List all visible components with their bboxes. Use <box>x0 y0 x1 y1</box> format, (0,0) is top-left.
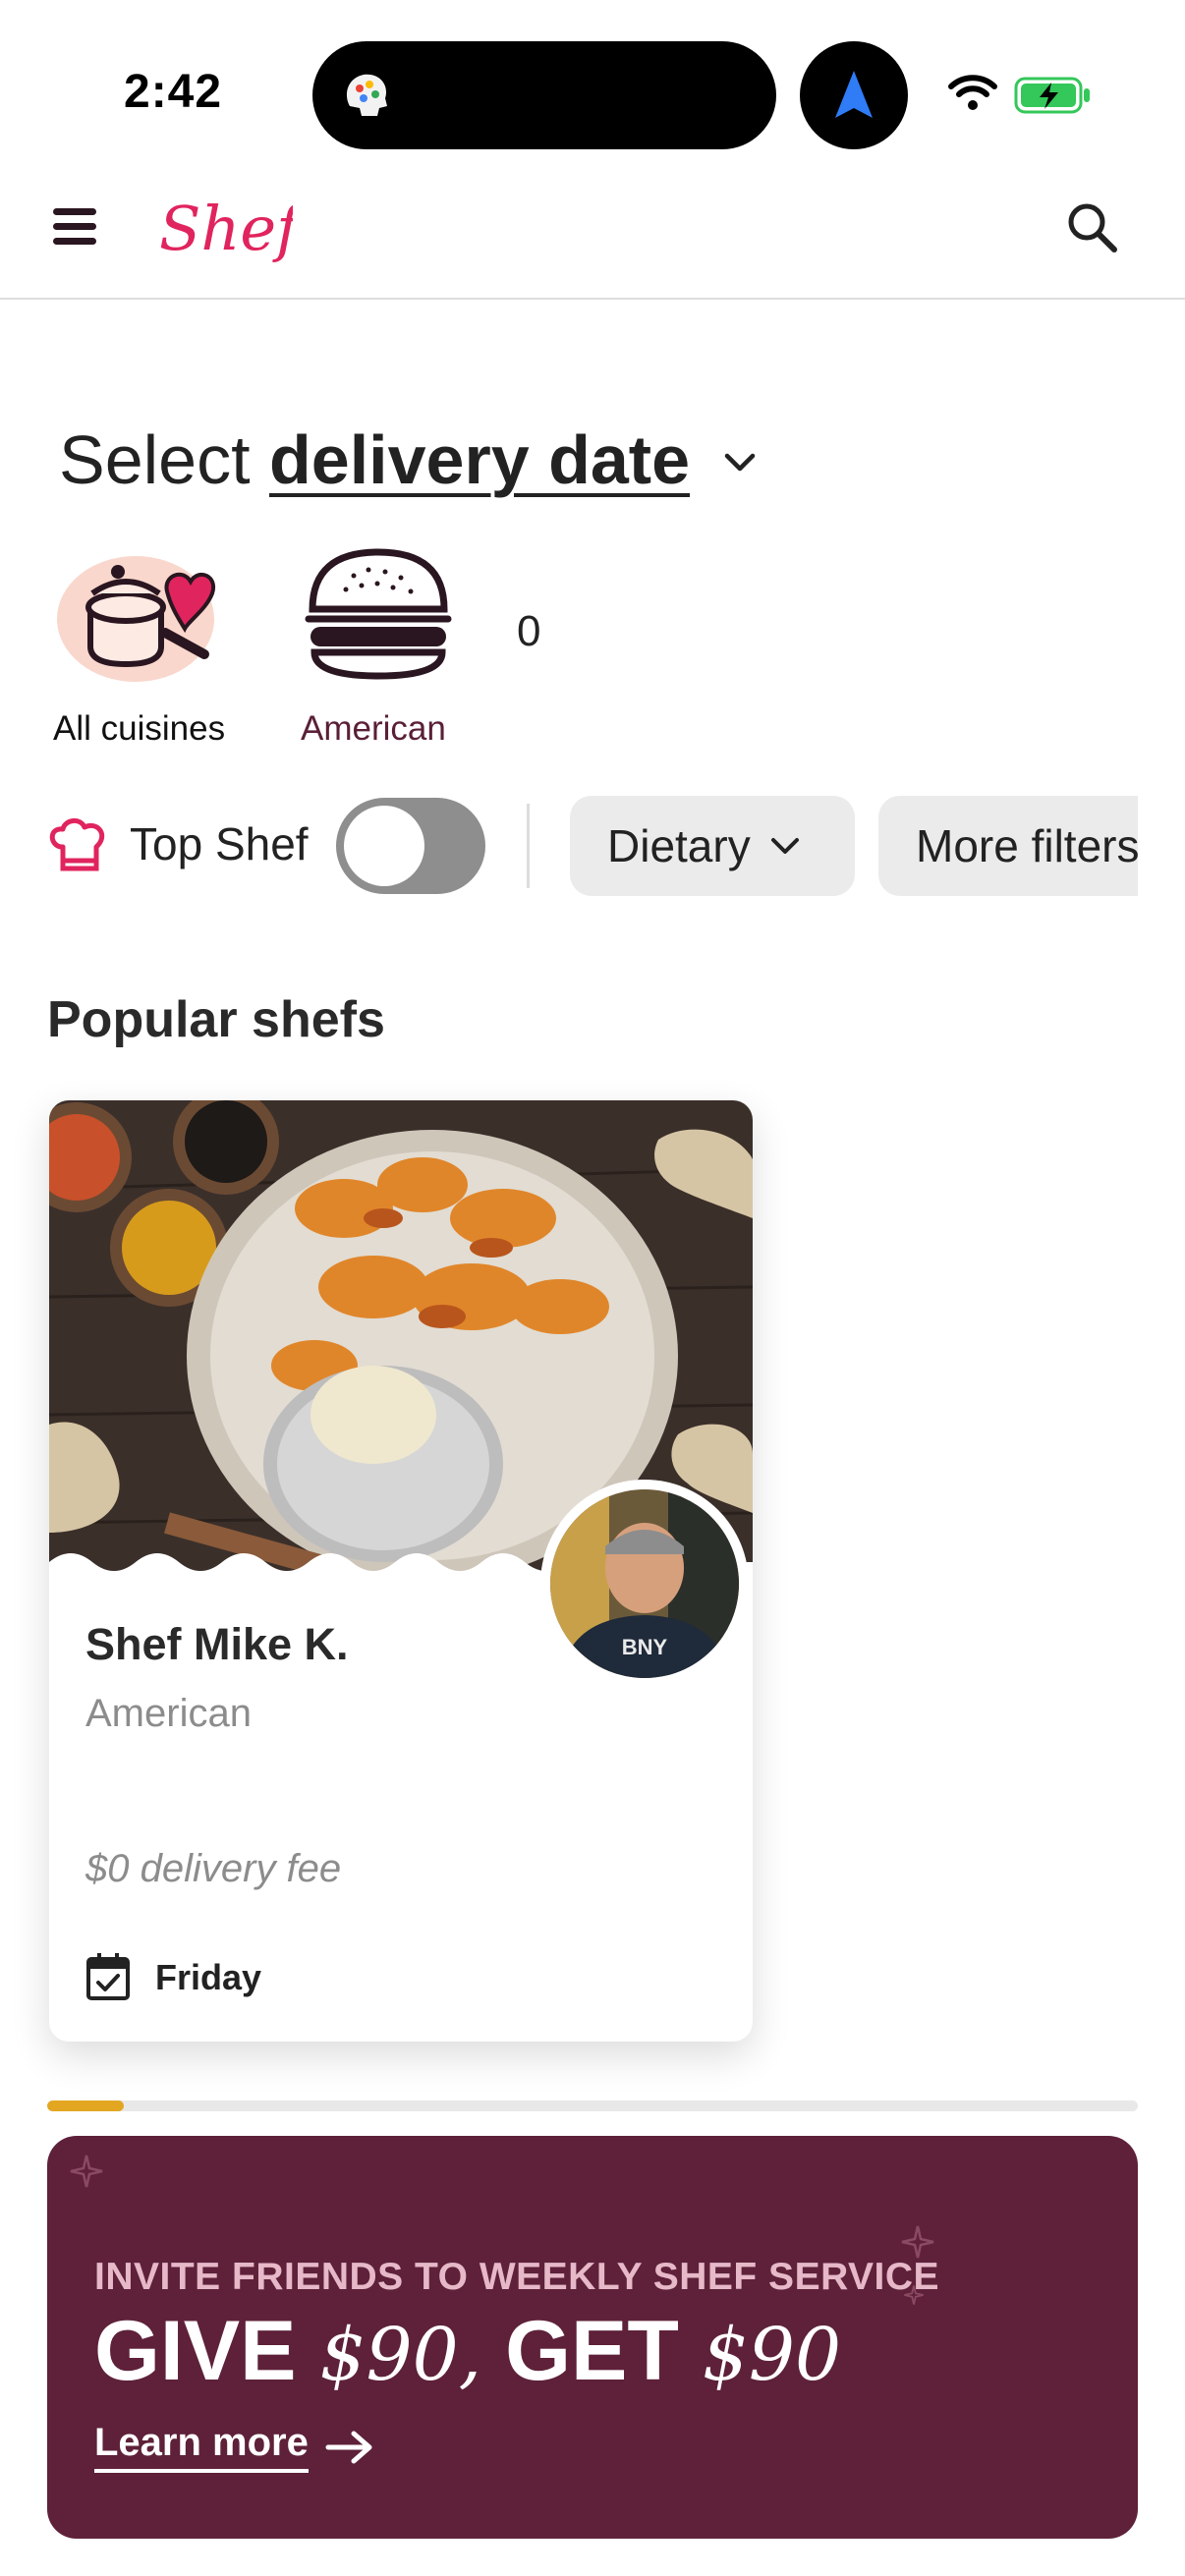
toggle-knob <box>344 806 424 886</box>
navigation-indicator <box>800 41 908 149</box>
shef-name: Shef Mike K. <box>85 1619 349 1669</box>
arrow-right-icon <box>325 2431 372 2463</box>
search-icon[interactable] <box>1063 198 1120 255</box>
top-shef-toggle[interactable] <box>336 798 485 894</box>
dynamic-island <box>312 41 776 149</box>
promo-headline: GIVE $90, GET $90 <box>94 2303 841 2400</box>
chevron-down-icon <box>770 838 799 854</box>
delivery-fee: $0 delivery fee <box>85 1847 342 1890</box>
promo-give-amount: $90, <box>319 2313 482 2397</box>
battery-charging-icon <box>1014 77 1090 114</box>
chef-hat-icon <box>49 818 105 871</box>
delivery-day: Friday <box>155 1957 262 1997</box>
shef-cuisine: American <box>85 1692 252 1735</box>
more-filters-button[interactable]: More filters <box>878 796 1138 896</box>
location-arrow-icon <box>835 71 873 118</box>
promo-get-amount: $90 <box>702 2313 842 2397</box>
carousel-progress-fill <box>47 2100 124 2111</box>
shef-card[interactable]: BNY Shef Mike K. American $0 delivery fe… <box>49 1100 753 2042</box>
logo-text: Shef <box>159 193 293 264</box>
promo-kicker: INVITE FRIENDS TO WEEKLY SHEF SERVICE <box>94 2256 940 2298</box>
burger-icon[interactable] <box>295 540 462 688</box>
dietary-label: Dietary <box>607 820 751 871</box>
delivery-date-link[interactable]: delivery date <box>269 421 690 498</box>
promo-give: GIVE <box>94 2304 297 2398</box>
top-shef-label: Top Shef <box>130 818 309 869</box>
hamburger-menu-icon[interactable] <box>51 204 98 250</box>
app-activity-icon <box>346 74 387 116</box>
cuisine-all-label[interactable]: All cuisines <box>53 709 225 749</box>
learn-more-link[interactable]: Learn more <box>94 2421 375 2473</box>
avatar-shirt-text: BNY <box>622 1635 668 1659</box>
pot-heart-icon[interactable] <box>57 538 224 686</box>
shef-avatar: BNY <box>540 1480 749 1688</box>
cuisine-american-label[interactable]: American <box>301 709 446 749</box>
popular-shefs-title: Popular shefs <box>47 991 385 1048</box>
delivery-date-selector[interactable]: Select delivery date <box>59 420 690 499</box>
wifi-icon <box>948 75 997 110</box>
chevron-down-icon[interactable] <box>721 444 759 481</box>
carousel-progress <box>47 2100 1138 2111</box>
status-time: 2:42 <box>124 66 223 118</box>
cuisine-count: 0 <box>517 607 541 655</box>
sparkle-icon <box>70 2155 103 2188</box>
referral-promo-banner[interactable]: INVITE FRIENDS TO WEEKLY SHEF SERVICE GI… <box>47 2136 1138 2539</box>
date-prefix: Select <box>59 421 251 498</box>
learn-more-label: Learn more <box>94 2421 309 2473</box>
nav-divider <box>0 298 1185 300</box>
promo-get: GET <box>505 2304 679 2398</box>
more-filters-label: More filters <box>916 820 1138 871</box>
dietary-filter-button[interactable]: Dietary <box>570 796 855 896</box>
calendar-check-icon <box>86 1953 130 2000</box>
filter-divider <box>527 804 530 888</box>
shef-logo[interactable]: Shef <box>155 185 293 273</box>
